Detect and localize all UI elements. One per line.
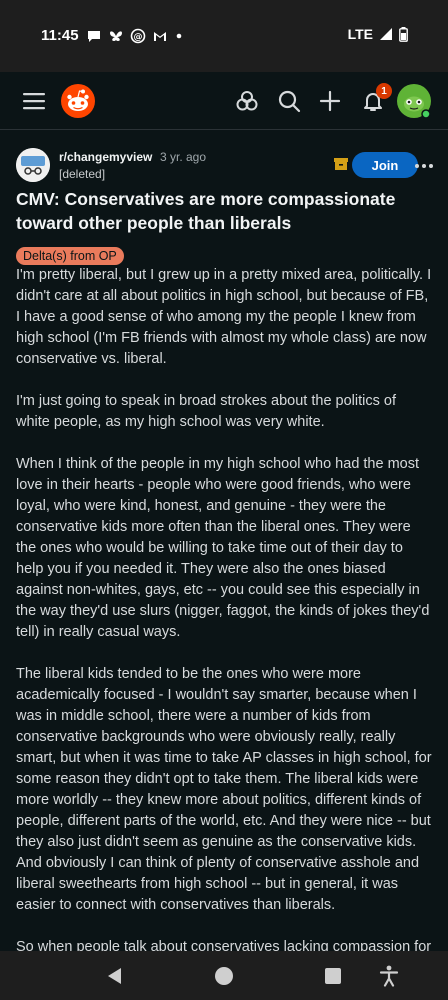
search-icon bbox=[278, 90, 301, 113]
menu-button[interactable] bbox=[16, 83, 52, 119]
accessibility-icon bbox=[379, 965, 399, 987]
reddit-logo-icon bbox=[61, 84, 95, 118]
post-flair[interactable]: Delta(s) from OP bbox=[16, 247, 124, 265]
notification-icons: @ bbox=[86, 25, 184, 47]
accessibility-button[interactable] bbox=[376, 963, 402, 989]
status-right: LTE bbox=[348, 26, 408, 42]
status-time: 11:45 bbox=[41, 27, 79, 44]
recents-icon bbox=[325, 968, 341, 984]
gmail-icon bbox=[154, 32, 166, 41]
svg-text:@: @ bbox=[134, 33, 143, 43]
post-paragraph: The liberal kids tended to be the ones w… bbox=[16, 666, 432, 913]
post-paragraph: So when people talk about conservatives … bbox=[16, 939, 432, 951]
create-post-button[interactable] bbox=[312, 83, 348, 119]
cmv-logo-icon bbox=[16, 148, 50, 182]
signal-icon bbox=[380, 28, 392, 40]
subreddit-name[interactable]: r/changemyview bbox=[59, 150, 152, 164]
home-icon bbox=[215, 967, 233, 985]
create-post-icon bbox=[319, 90, 341, 112]
user-avatar-button[interactable] bbox=[396, 83, 432, 119]
post-content: r/changemyview 3 yr. ago [deleted] Join … bbox=[0, 131, 448, 951]
notification-badge: 1 bbox=[376, 83, 392, 99]
chat-bubble-icon bbox=[88, 31, 100, 42]
back-button[interactable] bbox=[101, 963, 127, 989]
post-paragraph: I'm just going to speak in broad strokes… bbox=[16, 393, 396, 430]
more-options-icon[interactable] bbox=[412, 158, 436, 174]
notifications-button[interactable]: 1 bbox=[355, 83, 392, 119]
dot-icon bbox=[176, 33, 182, 39]
home-button[interactable] bbox=[211, 963, 237, 989]
butterfly-icon bbox=[110, 31, 122, 41]
join-button[interactable]: Join bbox=[352, 152, 418, 178]
subreddit-avatar[interactable] bbox=[16, 148, 50, 182]
post-paragraph: I'm pretty liberal, but I grew up in a p… bbox=[16, 267, 432, 367]
recents-button[interactable] bbox=[320, 963, 346, 989]
back-icon bbox=[108, 968, 121, 984]
post-age: 3 yr. ago bbox=[160, 150, 207, 164]
communities-icon bbox=[236, 91, 258, 111]
menu-icon bbox=[23, 93, 45, 110]
search-button[interactable] bbox=[271, 83, 307, 119]
post-header: r/changemyview 3 yr. ago [deleted] Join bbox=[16, 148, 436, 188]
post-body: I'm pretty liberal, but I grew up in a p… bbox=[16, 265, 432, 951]
reddit-home-button[interactable] bbox=[60, 83, 96, 119]
system-nav-bar bbox=[0, 951, 448, 1000]
user-avatar bbox=[397, 84, 431, 119]
archive-icon bbox=[334, 158, 348, 170]
network-label: LTE bbox=[347, 26, 373, 42]
post-title: CMV: Conservatives are more compassionat… bbox=[16, 189, 396, 233]
post-author[interactable]: [deleted] bbox=[59, 167, 105, 181]
app-bar: 1 bbox=[0, 72, 448, 130]
threads-icon: @ bbox=[130, 28, 146, 44]
status-bar: 11:45 @ LTE bbox=[0, 0, 448, 72]
battery-icon bbox=[399, 26, 408, 42]
post-paragraph: When I think of the people in my high sc… bbox=[16, 456, 430, 640]
communities-button[interactable] bbox=[229, 83, 265, 119]
